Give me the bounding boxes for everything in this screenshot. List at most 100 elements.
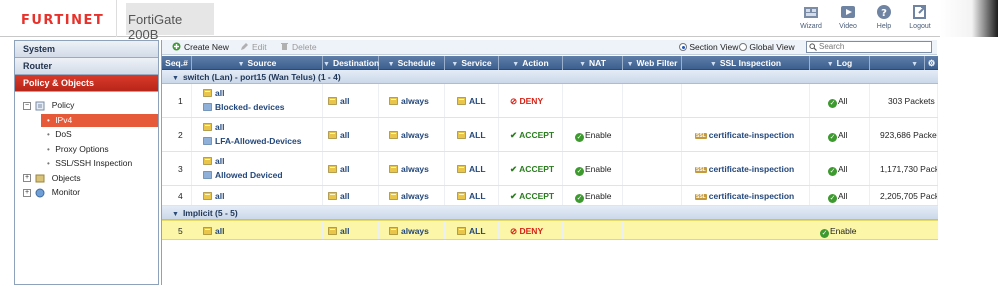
col-source[interactable]: ▼ Source xyxy=(192,56,323,70)
ssl-profile-link[interactable]: SSL certificate-inspection xyxy=(695,130,794,140)
schedule-link[interactable]: always xyxy=(389,96,429,106)
deny-icon: ⊘ xyxy=(510,226,518,236)
video-button[interactable]: Video xyxy=(833,4,863,34)
col-schedule[interactable]: ▼ Schedule xyxy=(379,56,445,70)
nav-system[interactable]: System xyxy=(15,41,158,58)
section-header-lan-wan[interactable]: ▼ switch (Lan) - port15 (Wan Telus) (1 - … xyxy=(162,70,938,84)
source-link[interactable]: all xyxy=(203,156,224,166)
source-link[interactable]: all xyxy=(203,88,224,98)
ssl-icon: SSL xyxy=(695,194,707,200)
destination-link[interactable]: all xyxy=(328,226,349,236)
col-nat[interactable]: ▼ NAT xyxy=(563,56,623,70)
device-group-icon xyxy=(203,171,212,179)
search-input[interactable]: Search xyxy=(806,41,932,53)
cell-log: ✓ All xyxy=(810,118,870,151)
checkmark-icon: ✔ xyxy=(510,130,518,140)
col-destination[interactable]: ▼ Destination xyxy=(323,56,379,70)
col-extra[interactable]: ▼ xyxy=(870,56,925,70)
nav-router[interactable]: Router xyxy=(15,58,158,75)
table-row[interactable]: 3 all Allowed Deviced all always ALL ✔ ACCEPT ✓… xyxy=(162,152,938,186)
schedule-link[interactable]: always xyxy=(389,164,429,174)
cell-schedule: always xyxy=(379,84,445,117)
bullet-icon: • xyxy=(47,115,50,125)
col-web-filter[interactable]: ▼ Web Filter xyxy=(623,56,682,70)
table-row[interactable]: 1 all Blocked- devices all always ALL ⊘ DENY ✓ A… xyxy=(162,84,938,118)
source-link[interactable]: Allowed Deviced xyxy=(203,170,283,180)
service-link[interactable]: ALL xyxy=(457,96,486,106)
tree-objects[interactable]: + Objects xyxy=(23,171,158,186)
schedule-link[interactable]: always xyxy=(389,191,429,201)
help-button[interactable]: ? Help xyxy=(869,4,899,34)
cell-web-filter xyxy=(623,221,682,239)
tree-dos[interactable]: • DoS xyxy=(23,127,158,142)
nav-policy-objects[interactable]: Policy & Objects xyxy=(15,75,158,92)
check-circle-icon: ✓ xyxy=(828,167,837,176)
table-row[interactable]: 4 all all always ALL ✔ ACCEPT ✓ Enable SSL certif… xyxy=(162,186,938,206)
cell-action: ⊘ DENY xyxy=(499,84,563,117)
source-link[interactable]: all xyxy=(203,191,224,201)
section-view-radio[interactable]: Section View xyxy=(679,42,738,52)
tree-proxy-options[interactable]: • Proxy Options xyxy=(23,142,158,157)
action-deny: ⊘ DENY xyxy=(510,96,544,106)
header-edge xyxy=(940,0,998,37)
schedule-icon xyxy=(389,227,398,235)
section-header-implicit[interactable]: ▼ Implicit (5 - 5) xyxy=(162,206,938,220)
global-view-radio[interactable]: Global View xyxy=(739,42,795,52)
ssl-profile-link[interactable]: SSL certificate-inspection xyxy=(695,191,794,201)
collapse-icon[interactable]: − xyxy=(23,101,31,110)
filter-icon: ▼ xyxy=(911,61,918,68)
table-row[interactable]: 5 all all always ALL ⊘ DENY ✓ Enable xyxy=(162,220,938,240)
help-label: Help xyxy=(876,23,892,30)
cell-service: ALL xyxy=(445,84,499,117)
schedule-link[interactable]: always xyxy=(389,226,429,236)
column-settings-button[interactable]: ⚙ xyxy=(925,56,938,70)
col-ssl-inspection[interactable]: ▼ SSL Inspection xyxy=(682,56,810,70)
expand-icon[interactable]: + xyxy=(23,188,31,197)
cell-source: all Allowed Deviced xyxy=(192,152,323,185)
cell-action: ✔ ACCEPT xyxy=(499,118,563,151)
seq-number: 4 xyxy=(178,191,183,201)
plus-icon xyxy=(172,42,181,51)
schedule-icon xyxy=(389,131,398,139)
schedule-link[interactable]: always xyxy=(389,130,429,140)
service-link[interactable]: ALL xyxy=(457,191,486,201)
service-link[interactable]: ALL xyxy=(457,226,486,236)
source-link[interactable]: Blocked- devices xyxy=(203,102,284,112)
tree-monitor[interactable]: + Monitor xyxy=(23,185,158,200)
service-link[interactable]: ALL xyxy=(457,130,486,140)
traffic-count: 303 Packets / xyxy=(888,96,938,106)
col-service[interactable]: ▼ Service xyxy=(445,56,499,70)
logout-button[interactable]: Logout xyxy=(905,4,935,34)
device-model: FortiGate 200B xyxy=(126,3,214,42)
ssl-profile-link[interactable]: SSL certificate-inspection xyxy=(695,164,794,174)
tree-policy[interactable]: − Policy xyxy=(23,98,158,113)
edit-button[interactable]: Edit xyxy=(240,42,267,52)
cell-ssl: SSL certificate-inspection xyxy=(682,186,810,205)
expand-icon[interactable]: + xyxy=(23,174,31,183)
service-link[interactable]: ALL xyxy=(457,164,486,174)
service-icon xyxy=(457,192,466,200)
col-log[interactable]: ▼ Log xyxy=(810,56,870,70)
tree-ipv4[interactable]: • IPv4 xyxy=(23,113,158,128)
address-icon xyxy=(203,227,212,235)
cell-seq: 2 xyxy=(162,118,192,151)
col-action[interactable]: ▼ Action xyxy=(499,56,563,70)
delete-button[interactable]: Delete xyxy=(280,42,317,52)
destination-link[interactable]: all xyxy=(328,130,349,140)
header-divider xyxy=(116,0,117,37)
tree-ssl-ssh[interactable]: • SSL/SSH Inspection xyxy=(23,156,158,171)
source-link[interactable]: all xyxy=(203,226,224,236)
nat-status: ✓ Enable xyxy=(575,191,612,203)
policy-icon xyxy=(35,101,45,111)
table-row[interactable]: 2 all LFA-Allowed-Devices all always ALL ✔ ACC… xyxy=(162,118,938,152)
source-link[interactable]: all xyxy=(203,122,224,132)
schedule-icon xyxy=(389,192,398,200)
destination-link[interactable]: all xyxy=(328,191,349,201)
wizard-button[interactable]: Wizard xyxy=(796,4,826,34)
destination-link[interactable]: all xyxy=(328,164,349,174)
schedule-icon xyxy=(389,165,398,173)
destination-link[interactable]: all xyxy=(328,96,349,106)
col-seq[interactable]: Seq.# xyxy=(162,56,192,70)
create-new-button[interactable]: Create New xyxy=(172,42,229,52)
source-link[interactable]: LFA-Allowed-Devices xyxy=(203,136,301,146)
